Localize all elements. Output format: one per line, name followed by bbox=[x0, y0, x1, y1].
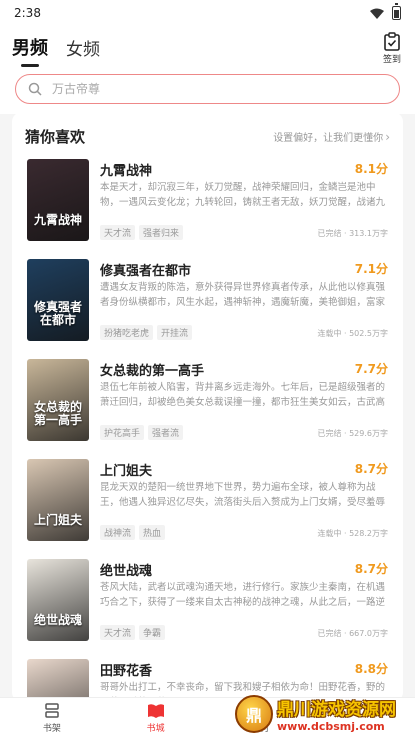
signin-button[interactable]: 签到 bbox=[383, 32, 401, 65]
book-tag[interactable]: 扮猪吃老虎 bbox=[100, 325, 154, 340]
book-cover[interactable]: 女总裁的第一高手 bbox=[27, 359, 89, 441]
book-tags: 天才流 强者归来 bbox=[100, 225, 184, 240]
search-icon bbox=[28, 82, 42, 96]
bookshelf-icon bbox=[45, 703, 59, 718]
status-bar: 2:38 bbox=[0, 0, 415, 26]
watermark-logo: 鼎 bbox=[235, 695, 273, 733]
signin-label: 签到 bbox=[382, 55, 401, 65]
book-meta: 已完结 · 529.6万字 bbox=[317, 429, 388, 438]
nav-bookstore-label: 书城 bbox=[146, 724, 165, 734]
book-tag[interactable]: 战神流 bbox=[100, 525, 136, 540]
book-title[interactable]: 女总裁的第一高手 bbox=[100, 360, 204, 379]
battery-icon bbox=[392, 3, 401, 20]
book-tags: 战神流 热血 bbox=[100, 525, 166, 540]
book-item[interactable]: 九霄战神 九霄战神 8.1分 本是天才，却沉寂三年，妖刀觉醒，战神荣耀回归，金鳞岂是池… bbox=[27, 159, 388, 247]
book-item[interactable]: 女总裁的第一高手 女总裁的第一高手 7.7分 退伍七年前被人陷害，背井离乡远走海外。七… bbox=[27, 359, 388, 447]
book-cover-title: 绝世战魂 bbox=[33, 613, 82, 627]
book-item[interactable]: 上门姐夫 上门姐夫 8.7分 昆龙天双的楚阳一统世界地下世界，势力遍布全球，被人尊称为… bbox=[27, 459, 388, 547]
book-tag[interactable]: 护花高手 bbox=[100, 425, 145, 440]
book-cover[interactable] bbox=[27, 659, 89, 702]
book-score: 8.7分 bbox=[354, 562, 388, 576]
book-cover[interactable]: 绝世战魂 bbox=[27, 559, 89, 641]
status-time: 2:38 bbox=[14, 6, 41, 20]
book-description: 遭遇女友背叛的陈浩，意外获得异世界修真者传承，从此他以修真强者身份纵横都市，风生… bbox=[100, 282, 385, 308]
search-input[interactable] bbox=[52, 82, 387, 96]
book-title[interactable]: 田野花香 bbox=[100, 660, 152, 679]
book-tag[interactable]: 天才流 bbox=[100, 225, 136, 240]
recommend-card: 猜你喜欢 设置偏好，让我们更懂你 › 九霄战神 九霄战神 8.1分 本是天才，却沉寂三… bbox=[12, 112, 403, 702]
book-cover-title: 九霄战神 bbox=[33, 213, 82, 227]
site-watermark: 鼎 鼎川游戏资源网 www.dcbsmj.com bbox=[235, 691, 413, 737]
book-tags: 护花高手 强者流 bbox=[100, 425, 184, 440]
preference-hint: 设置偏好，让我们更懂你 bbox=[273, 133, 384, 144]
section-header: 猜你喜欢 设置偏好，让我们更懂你 › bbox=[12, 112, 403, 147]
section-title: 猜你喜欢 bbox=[25, 128, 86, 146]
watermark-url: www.dcbsmj.com bbox=[277, 720, 385, 733]
book-tag[interactable]: 强者归来 bbox=[139, 225, 184, 240]
status-icons bbox=[370, 3, 401, 20]
book-description: 退伍七年前被人陷害，背井离乡远走海外。七年后，已是超级强者的萧迁回归，却被绝色美… bbox=[100, 382, 385, 408]
book-description: 昆龙天双的楚阳一统世界地下世界，势力遍布全球，被人尊称为战王，他遇人独异迟亿尽失… bbox=[100, 482, 385, 508]
book-score: 8.7分 bbox=[354, 462, 388, 476]
book-cover-title: 女总裁的第一高手 bbox=[33, 400, 82, 427]
book-tag[interactable]: 争霸 bbox=[139, 625, 166, 640]
book-tags: 扮猪吃老虎 开挂流 bbox=[100, 325, 193, 340]
tab-male[interactable]: 男频 bbox=[12, 34, 48, 60]
nav-bookstore[interactable]: 书城 bbox=[104, 698, 208, 739]
nav-bookshelf[interactable]: 书架 bbox=[0, 698, 104, 739]
signin-icon bbox=[384, 32, 400, 51]
book-meta: 已完结 · 313.1万字 bbox=[317, 229, 388, 238]
tab-female[interactable]: 女频 bbox=[66, 35, 100, 60]
book-title[interactable]: 九霄战神 bbox=[100, 160, 152, 179]
book-item[interactable]: 修真强者在都市 修真强者在都市 7.1分 遭遇女友背叛的陈浩，意外获得异世界修真者传承… bbox=[27, 259, 388, 347]
book-score: 8.1分 bbox=[354, 162, 388, 176]
book-title[interactable]: 修真强者在都市 bbox=[100, 260, 191, 279]
book-meta: 连载中 · 528.2万字 bbox=[317, 529, 388, 538]
book-tag[interactable]: 强者流 bbox=[148, 425, 184, 440]
book-tag[interactable]: 热血 bbox=[139, 525, 166, 540]
top-nav: 男频 女频 签到 bbox=[0, 26, 415, 68]
book-item[interactable]: 绝世战魂 绝世战魂 8.7分 苍风大陆，武者以武魂沟通天地，进行修行。家族少主秦南，在… bbox=[27, 559, 388, 647]
book-description: 本是天才，却沉寂三年，妖刀觉醒，战神荣耀回归，金鳞岂是池中物，一遇风云变化龙；九… bbox=[100, 182, 385, 208]
book-tags: 天才流 争霸 bbox=[100, 625, 166, 640]
book-score: 7.7分 bbox=[354, 362, 388, 376]
book-cover[interactable]: 上门姐夫 bbox=[27, 459, 89, 541]
watermark-title: 鼎川游戏资源网 bbox=[277, 700, 396, 720]
book-score: 7.1分 bbox=[354, 262, 388, 276]
book-cover-title: 上门姐夫 bbox=[33, 513, 82, 527]
chevron-right-icon: › bbox=[385, 129, 390, 144]
nav-bookshelf-label: 书架 bbox=[42, 724, 61, 734]
search-bar[interactable] bbox=[15, 74, 400, 104]
search-wrap bbox=[0, 68, 415, 114]
book-tag[interactable]: 开挂流 bbox=[157, 325, 193, 340]
book-title[interactable]: 绝世战魂 bbox=[100, 560, 152, 579]
book-tag[interactable]: 天才流 bbox=[100, 625, 136, 640]
book-meta: 已完结 · 667.0万字 bbox=[317, 629, 388, 638]
book-open-icon bbox=[147, 704, 164, 718]
wifi-icon bbox=[370, 8, 384, 19]
preference-link[interactable]: 设置偏好，让我们更懂你 › bbox=[273, 129, 390, 145]
book-cover[interactable]: 修真强者在都市 bbox=[27, 259, 89, 341]
book-cover-title: 修真强者在都市 bbox=[33, 300, 82, 327]
book-score: 8.8分 bbox=[354, 662, 388, 676]
book-title[interactable]: 上门姐夫 bbox=[100, 460, 152, 479]
book-description: 苍风大陆，武者以武魂沟通天地，进行修行。家族少主秦南，在机遇巧合之下，获得了一缕… bbox=[100, 582, 385, 608]
book-cover[interactable]: 九霄战神 bbox=[27, 159, 89, 241]
book-meta: 连载中 · 502.5万字 bbox=[317, 329, 388, 338]
